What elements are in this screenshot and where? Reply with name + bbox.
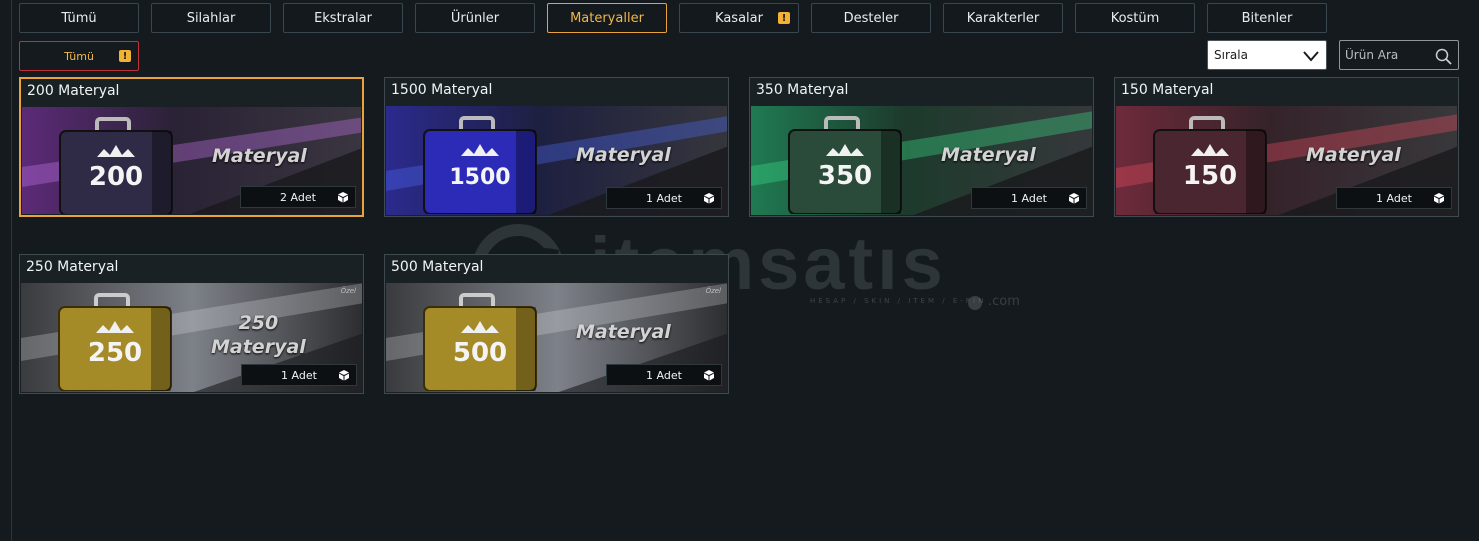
item-card[interactable]: 200 Materyal 200 Materyal 2 Adet — [19, 77, 364, 217]
tab-label: Ekstralar — [314, 10, 372, 26]
tab-label: Desteler — [843, 10, 899, 26]
banner-line-2: Materyal — [211, 336, 306, 358]
banner-label: Materyal — [1306, 144, 1401, 166]
watermark-dot — [968, 296, 982, 310]
item-title: 500 Materyal — [391, 259, 484, 275]
filter-all-label: Tümü — [64, 49, 94, 63]
banner-label: Materyal — [576, 144, 671, 166]
material-case-icon: 250 — [58, 293, 172, 391]
search-field[interactable] — [1339, 40, 1459, 70]
case-number: 500 — [453, 338, 507, 368]
tab-weapons[interactable]: Silahlar — [151, 3, 271, 33]
watermark-tagline: HESAP / SKIN / ITEM / E-PIN — [810, 297, 987, 305]
item-banner: Özel 500 Materyal 1 Adet — [386, 283, 727, 392]
box-icon — [338, 192, 348, 203]
banner-label: Materyal — [212, 145, 307, 167]
quantity-badge: 1 Adet — [971, 187, 1087, 209]
item-card[interactable]: 350 Materyal 350 Materyal 1 Adet — [749, 77, 1094, 217]
quantity-label: 1 Adet — [281, 368, 317, 382]
tab-costume[interactable]: Kostüm — [1075, 3, 1195, 33]
quantity-badge: 1 Adet — [1336, 187, 1452, 209]
warning-icon: ! — [778, 12, 790, 24]
tab-label: Bitenler — [1241, 10, 1293, 26]
quantity-label: 1 Adet — [1011, 191, 1047, 205]
search-icon[interactable] — [1435, 48, 1452, 65]
quantity-label: 2 Adet — [280, 190, 316, 204]
item-card[interactable]: 500 Materyal Özel 500 Materyal 1 Adet — [384, 254, 729, 394]
quantity-badge: 1 Adet — [241, 364, 357, 386]
special-tag: Özel — [340, 287, 356, 295]
banner-line-1: 250 — [238, 312, 279, 334]
item-banner: 350 Materyal 1 Adet — [751, 106, 1092, 215]
item-title: 200 Materyal — [27, 83, 120, 99]
tab-label: Silahlar — [186, 10, 236, 26]
item-banner: 150 Materyal 1 Adet — [1116, 106, 1457, 215]
filter-all-button[interactable]: Tümü ! — [19, 41, 139, 71]
tab-label: Materyaller — [570, 10, 644, 26]
item-card[interactable]: 150 Materyal 150 Materyal 1 Adet — [1114, 77, 1459, 217]
category-tabs: Tümü Silahlar Ekstralar Ürünler Materyal… — [19, 3, 1327, 33]
sort-dropdown[interactable]: Sırala — [1207, 40, 1327, 70]
item-title: 350 Materyal — [756, 82, 849, 98]
case-number: 150 — [1183, 161, 1237, 191]
chevron-down-icon — [1303, 51, 1319, 62]
item-card[interactable]: 250 Materyal Özel 250 250 Materyal 1 Ade… — [19, 254, 364, 394]
material-case-icon: 200 — [59, 117, 173, 214]
tab-products[interactable]: Ürünler — [415, 3, 535, 33]
item-banner: Özel 250 250 Materyal 1 Adet — [21, 283, 362, 392]
tab-all[interactable]: Tümü — [19, 3, 139, 33]
tab-extras[interactable]: Ekstralar — [283, 3, 403, 33]
material-case-icon: 350 — [788, 116, 902, 214]
tab-decks[interactable]: Desteler — [811, 3, 931, 33]
banner-label: 250 Materyal — [211, 311, 306, 359]
special-tag: Özel — [705, 287, 721, 295]
tab-label: Kasalar — [715, 10, 763, 26]
warning-icon: ! — [119, 50, 131, 62]
quantity-badge: 2 Adet — [240, 186, 356, 208]
box-icon — [339, 370, 349, 381]
tab-materials[interactable]: Materyaller — [547, 3, 667, 33]
tab-characters[interactable]: Karakterler — [943, 3, 1063, 33]
item-title: 250 Materyal — [26, 259, 119, 275]
quantity-badge: 1 Adet — [606, 364, 722, 386]
tab-finished[interactable]: Bitenler — [1207, 3, 1327, 33]
tab-label: Tümü — [61, 10, 97, 26]
box-icon — [1434, 193, 1444, 204]
material-case-icon: 1500 — [423, 116, 537, 214]
tab-label: Kostüm — [1110, 10, 1160, 26]
banner-label: Materyal — [941, 144, 1036, 166]
watermark-suffix: .com — [988, 294, 1020, 309]
tab-label: Ürünler — [450, 10, 500, 26]
tab-label: Karakterler — [966, 10, 1040, 26]
material-case-icon: 150 — [1153, 116, 1267, 214]
tab-cases[interactable]: Kasalar! — [679, 3, 799, 33]
item-title: 150 Materyal — [1121, 82, 1214, 98]
item-card[interactable]: 1500 Materyal 1500 Materyal 1 Adet — [384, 77, 729, 217]
box-icon — [704, 193, 714, 204]
item-banner: 200 Materyal 2 Adet — [22, 107, 361, 214]
quantity-label: 1 Adet — [646, 368, 682, 382]
box-icon — [1069, 193, 1079, 204]
quantity-badge: 1 Adet — [606, 187, 722, 209]
banner-label: Materyal — [576, 321, 671, 343]
material-case-icon: 500 — [423, 293, 537, 391]
item-banner: 1500 Materyal 1 Adet — [386, 106, 727, 215]
case-number: 250 — [88, 338, 142, 368]
quantity-label: 1 Adet — [1376, 191, 1412, 205]
sort-label: Sırala — [1214, 48, 1248, 62]
case-number: 200 — [89, 162, 143, 192]
quantity-label: 1 Adet — [646, 191, 682, 205]
box-icon — [704, 370, 714, 381]
left-divider — [11, 0, 12, 541]
case-number: 1500 — [449, 165, 510, 190]
case-number: 350 — [818, 161, 872, 191]
item-title: 1500 Materyal — [391, 82, 493, 98]
